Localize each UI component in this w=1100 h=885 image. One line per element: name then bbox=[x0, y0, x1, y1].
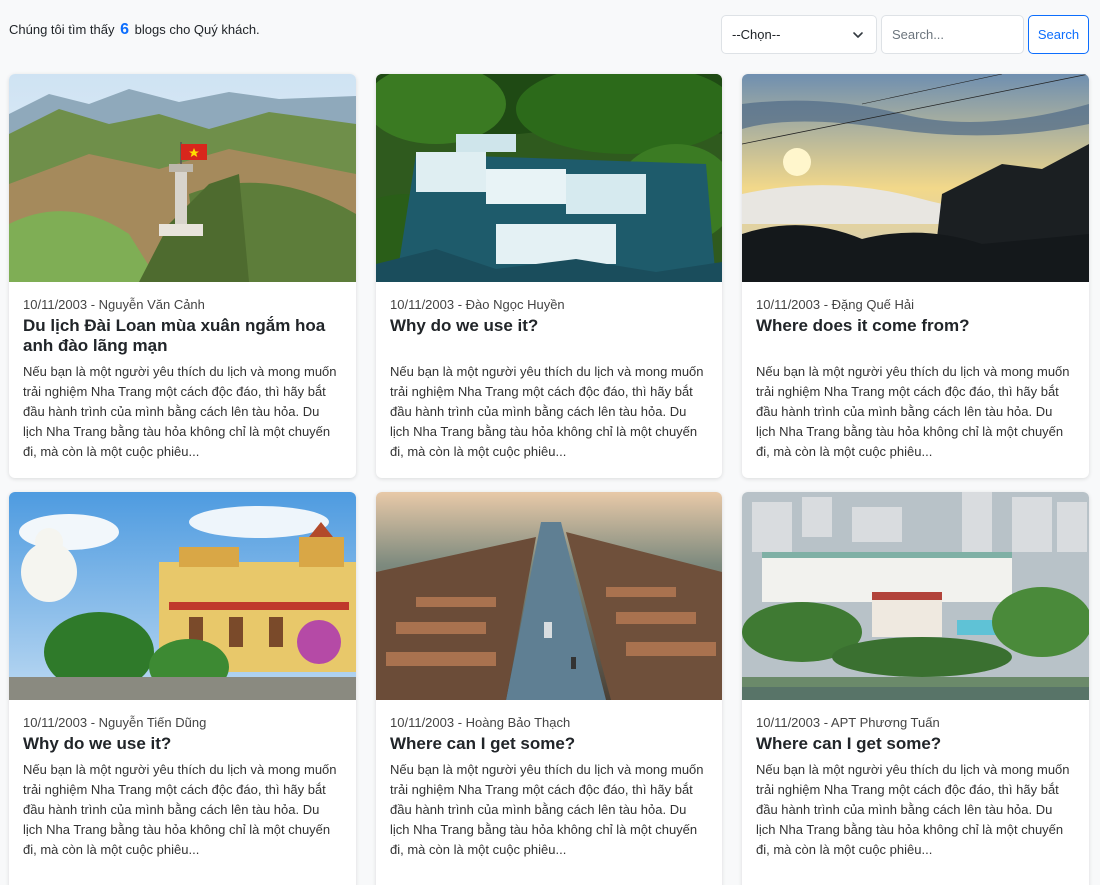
post-meta: 10/11/2003 - Đặng Quế Hải bbox=[756, 297, 915, 312]
post-meta: 10/11/2003 - Hoàng Bảo Thạch bbox=[390, 715, 571, 730]
post-excerpt: Nếu bạn là một người yêu thích du lịch v… bbox=[756, 762, 1070, 857]
post-meta: 10/11/2003 - Nguyễn Tiến Dũng bbox=[23, 715, 207, 730]
city-hotel-image bbox=[742, 492, 1089, 700]
toolbar: Chúng tôi tìm thấy 6 blogs cho Quý khách… bbox=[9, 14, 1089, 54]
chevron-down-icon bbox=[853, 31, 863, 38]
temple-image bbox=[9, 492, 356, 700]
post-title[interactable]: Why do we use it? bbox=[23, 734, 342, 760]
search-controls: --Chọn-- Search bbox=[721, 15, 1089, 54]
post-meta: 10/11/2003 - Đào Ngọc Huyền bbox=[390, 297, 565, 312]
blog-image[interactable] bbox=[742, 74, 1089, 282]
post-title[interactable]: Why do we use it? bbox=[390, 316, 708, 362]
blog-card[interactable]: 10/11/2003 - Nguyễn Văn Cảnh Du lịch Đài… bbox=[9, 74, 356, 478]
post-excerpt: Nếu bạn là một người yêu thích du lịch v… bbox=[390, 762, 704, 857]
blog-card[interactable]: 10/11/2003 - Đặng Quế Hải Where does it … bbox=[742, 74, 1089, 478]
post-title[interactable]: Where does it come from? bbox=[756, 316, 1075, 362]
result-prefix: Chúng tôi tìm thấy bbox=[9, 22, 115, 37]
post-excerpt: Nếu bạn là một người yêu thích du lịch v… bbox=[23, 364, 337, 459]
blog-image[interactable] bbox=[376, 492, 722, 700]
category-select-value: --Chọn-- bbox=[732, 27, 781, 42]
mountain-flag-image bbox=[9, 74, 356, 282]
blog-card[interactable]: 10/11/2003 - Hoàng Bảo Thạch Where can I… bbox=[376, 492, 722, 885]
post-title[interactable]: Du lịch Đài Loan mùa xuân ngắm hoa anh đ… bbox=[23, 316, 342, 362]
blog-image[interactable] bbox=[742, 492, 1089, 700]
blog-image[interactable] bbox=[9, 74, 356, 282]
post-title[interactable]: Where can I get some? bbox=[390, 734, 708, 760]
post-excerpt: Nếu bạn là một người yêu thích du lịch v… bbox=[756, 364, 1070, 459]
blog-image[interactable] bbox=[9, 492, 356, 700]
search-input[interactable] bbox=[881, 15, 1024, 54]
result-summary: Chúng tôi tìm thấy 6 blogs cho Quý khách… bbox=[9, 21, 260, 39]
blog-card[interactable]: 10/11/2003 - Đào Ngọc Huyền Why do we us… bbox=[376, 74, 722, 478]
post-meta: 10/11/2003 - Nguyễn Văn Cảnh bbox=[23, 297, 205, 312]
blog-image[interactable] bbox=[376, 74, 722, 282]
river-village-image bbox=[376, 492, 722, 700]
post-meta: 10/11/2003 - APT Phương Tuấn bbox=[756, 715, 940, 730]
category-select[interactable]: --Chọn-- bbox=[721, 15, 877, 54]
post-excerpt: Nếu bạn là một người yêu thích du lịch v… bbox=[390, 364, 704, 459]
waterfall-image bbox=[376, 74, 722, 282]
blog-grid: 10/11/2003 - Nguyễn Văn Cảnh Du lịch Đài… bbox=[9, 74, 1089, 885]
search-button[interactable]: Search bbox=[1028, 15, 1089, 54]
sunrise-clouds-image bbox=[742, 74, 1089, 282]
blog-card[interactable]: 10/11/2003 - APT Phương Tuấn Where can I… bbox=[742, 492, 1089, 885]
result-count: 6 bbox=[120, 21, 130, 38]
result-suffix: blogs cho Quý khách. bbox=[134, 22, 260, 37]
post-title[interactable]: Where can I get some? bbox=[756, 734, 1075, 760]
post-excerpt: Nếu bạn là một người yêu thích du lịch v… bbox=[23, 762, 337, 857]
blog-card[interactable]: 10/11/2003 - Nguyễn Tiến Dũng Why do we … bbox=[9, 492, 356, 885]
